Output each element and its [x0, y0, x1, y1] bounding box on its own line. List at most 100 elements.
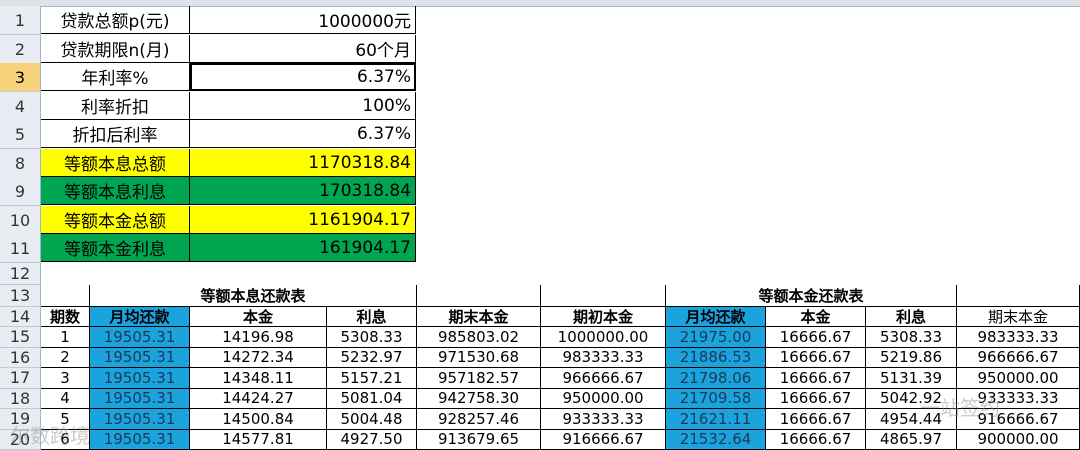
- cell-interest[interactable]: 5157.21: [327, 368, 417, 389]
- cell-principal[interactable]: 14500.84: [190, 409, 327, 430]
- cell-monthly-payment-2[interactable]: 21975.00: [666, 327, 766, 348]
- cell[interactable]: [41, 285, 90, 307]
- summary-label[interactable]: 利率折扣: [41, 92, 190, 120]
- cell-monthly-payment-2[interactable]: 21621.11: [666, 409, 766, 430]
- cell-ending-balance-2[interactable]: 983333.33: [957, 327, 1080, 348]
- summary-label[interactable]: 贷款期限n(月): [41, 35, 190, 63]
- cell-period[interactable]: 2: [41, 347, 90, 368]
- summary-label[interactable]: 等额本金总额: [41, 206, 190, 234]
- cell-beginning-balance[interactable]: 950000.00: [541, 388, 666, 409]
- row-header[interactable]: 13: [0, 285, 41, 307]
- row-header[interactable]: 12: [0, 263, 41, 285]
- cell-ending-balance[interactable]: 942758.30: [417, 388, 541, 409]
- cell-ending-balance[interactable]: 957182.57: [417, 368, 541, 389]
- cell-beginning-balance[interactable]: 966666.67: [541, 368, 666, 389]
- summary-label[interactable]: 贷款总额p(元): [41, 6, 190, 34]
- summary-value[interactable]: 1000000元: [190, 6, 416, 34]
- cell-principal[interactable]: 14196.98: [190, 327, 327, 348]
- summary-label[interactable]: 等额本息利息: [41, 177, 190, 205]
- column-header-monthly-payment[interactable]: 月均还款: [90, 307, 190, 327]
- cell-monthly-payment[interactable]: 19505.31: [90, 409, 190, 430]
- summary-label[interactable]: 等额本息总额: [41, 149, 190, 177]
- cell-interest[interactable]: 5308.33: [327, 327, 417, 348]
- cell-monthly-payment-2[interactable]: 21532.64: [666, 429, 766, 450]
- summary-value[interactable]: 100%: [190, 92, 416, 120]
- cell-beginning-balance[interactable]: 983333.33: [541, 347, 666, 368]
- cell-beginning-balance[interactable]: 1000000.00: [541, 327, 666, 348]
- column-header-principal[interactable]: 本金: [190, 307, 327, 327]
- summary-label[interactable]: 折扣后利率: [41, 120, 190, 148]
- cell-ending-balance-2[interactable]: 966666.67: [957, 347, 1080, 368]
- cell[interactable]: [957, 285, 1080, 307]
- cell-ending-balance[interactable]: 928257.46: [417, 409, 541, 430]
- cell-ending-balance-2[interactable]: 950000.00: [957, 368, 1080, 389]
- column-header-beginning-balance[interactable]: 期初本金: [541, 307, 666, 327]
- equal-installment-title[interactable]: 等额本息还款表: [90, 285, 417, 307]
- column-header-ending-balance[interactable]: 期末本金: [417, 307, 541, 327]
- row-header[interactable]: 16: [0, 347, 41, 368]
- active-cell[interactable]: 6.37%: [190, 63, 416, 91]
- column-header-interest-2[interactable]: 利息: [866, 307, 957, 327]
- cell-principal-2[interactable]: 16666.67: [766, 429, 866, 450]
- column-header-ending-balance-2[interactable]: 期末本金: [957, 307, 1080, 327]
- row-header[interactable]: 15: [0, 327, 41, 348]
- cell-monthly-payment[interactable]: 19505.31: [90, 429, 190, 450]
- summary-value[interactable]: 170318.84: [190, 177, 416, 205]
- cell-monthly-payment[interactable]: 19505.31: [90, 347, 190, 368]
- row-header[interactable]: 5: [0, 120, 41, 149]
- row-header[interactable]: 11: [0, 234, 41, 263]
- cell-ending-balance[interactable]: 971530.68: [417, 347, 541, 368]
- cell[interactable]: [417, 285, 541, 307]
- column-header-principal-2[interactable]: 本金: [766, 307, 866, 327]
- row-header[interactable]: 1: [0, 6, 41, 35]
- row-header[interactable]: 4: [0, 92, 41, 121]
- cell-period[interactable]: 3: [41, 368, 90, 389]
- cell-monthly-payment[interactable]: 19505.31: [90, 327, 190, 348]
- row-header[interactable]: 8: [0, 149, 41, 178]
- cell-interest[interactable]: 5081.04: [327, 388, 417, 409]
- summary-value[interactable]: 1170318.84: [190, 149, 416, 177]
- row-header[interactable]: 14: [0, 307, 41, 327]
- cell-ending-balance-2[interactable]: 900000.00: [957, 429, 1080, 450]
- summary-label[interactable]: 等额本金利息: [41, 234, 190, 262]
- cell-interest[interactable]: 4927.50: [327, 429, 417, 450]
- cell-principal-2[interactable]: 16666.67: [766, 409, 866, 430]
- cell-monthly-payment-2[interactable]: 21798.06: [666, 368, 766, 389]
- row-header[interactable]: 9: [0, 177, 41, 206]
- cell-principal-2[interactable]: 16666.67: [766, 327, 866, 348]
- cell-beginning-balance[interactable]: 916666.67: [541, 429, 666, 450]
- cell-principal-2[interactable]: 16666.67: [766, 388, 866, 409]
- cell-principal[interactable]: 14272.34: [190, 347, 327, 368]
- cell-interest[interactable]: 5004.48: [327, 409, 417, 430]
- cell-principal[interactable]: 14348.11: [190, 368, 327, 389]
- cell-monthly-payment[interactable]: 19505.31: [90, 388, 190, 409]
- cell-period[interactable]: 4: [41, 388, 90, 409]
- summary-label[interactable]: 年利率%: [41, 63, 190, 91]
- row-header-selected[interactable]: 3: [0, 63, 41, 92]
- cell-interest-2[interactable]: 5308.33: [866, 327, 957, 348]
- cell-monthly-payment[interactable]: 19505.31: [90, 368, 190, 389]
- cell-ending-balance[interactable]: 985803.02: [417, 327, 541, 348]
- cell-interest[interactable]: 5232.97: [327, 347, 417, 368]
- cell-period[interactable]: 1: [41, 327, 90, 348]
- cell-principal[interactable]: 14577.81: [190, 429, 327, 450]
- row-header[interactable]: 2: [0, 35, 41, 64]
- cell[interactable]: [541, 285, 666, 307]
- cell-monthly-payment-2[interactable]: 21886.53: [666, 347, 766, 368]
- cell-interest-2[interactable]: 4865.97: [866, 429, 957, 450]
- column-header-interest[interactable]: 利息: [327, 307, 417, 327]
- cell-principal[interactable]: 14424.27: [190, 388, 327, 409]
- cell-interest-2[interactable]: 5131.39: [866, 368, 957, 389]
- column-header-period[interactable]: 期数: [41, 307, 90, 327]
- row-header[interactable]: 17: [0, 368, 41, 389]
- summary-value[interactable]: 60个月: [190, 35, 416, 63]
- summary-value[interactable]: 6.37%: [190, 120, 416, 148]
- cell-beginning-balance[interactable]: 933333.33: [541, 409, 666, 430]
- summary-value[interactable]: 161904.17: [190, 234, 416, 262]
- cell-interest-2[interactable]: 5219.86: [866, 347, 957, 368]
- cell-principal-2[interactable]: 16666.67: [766, 368, 866, 389]
- equal-principal-title[interactable]: 等额本金还款表: [666, 285, 957, 307]
- column-header-monthly-payment-2[interactable]: 月均还款: [666, 307, 766, 327]
- cell-ending-balance[interactable]: 913679.65: [417, 429, 541, 450]
- cell-monthly-payment-2[interactable]: 21709.58: [666, 388, 766, 409]
